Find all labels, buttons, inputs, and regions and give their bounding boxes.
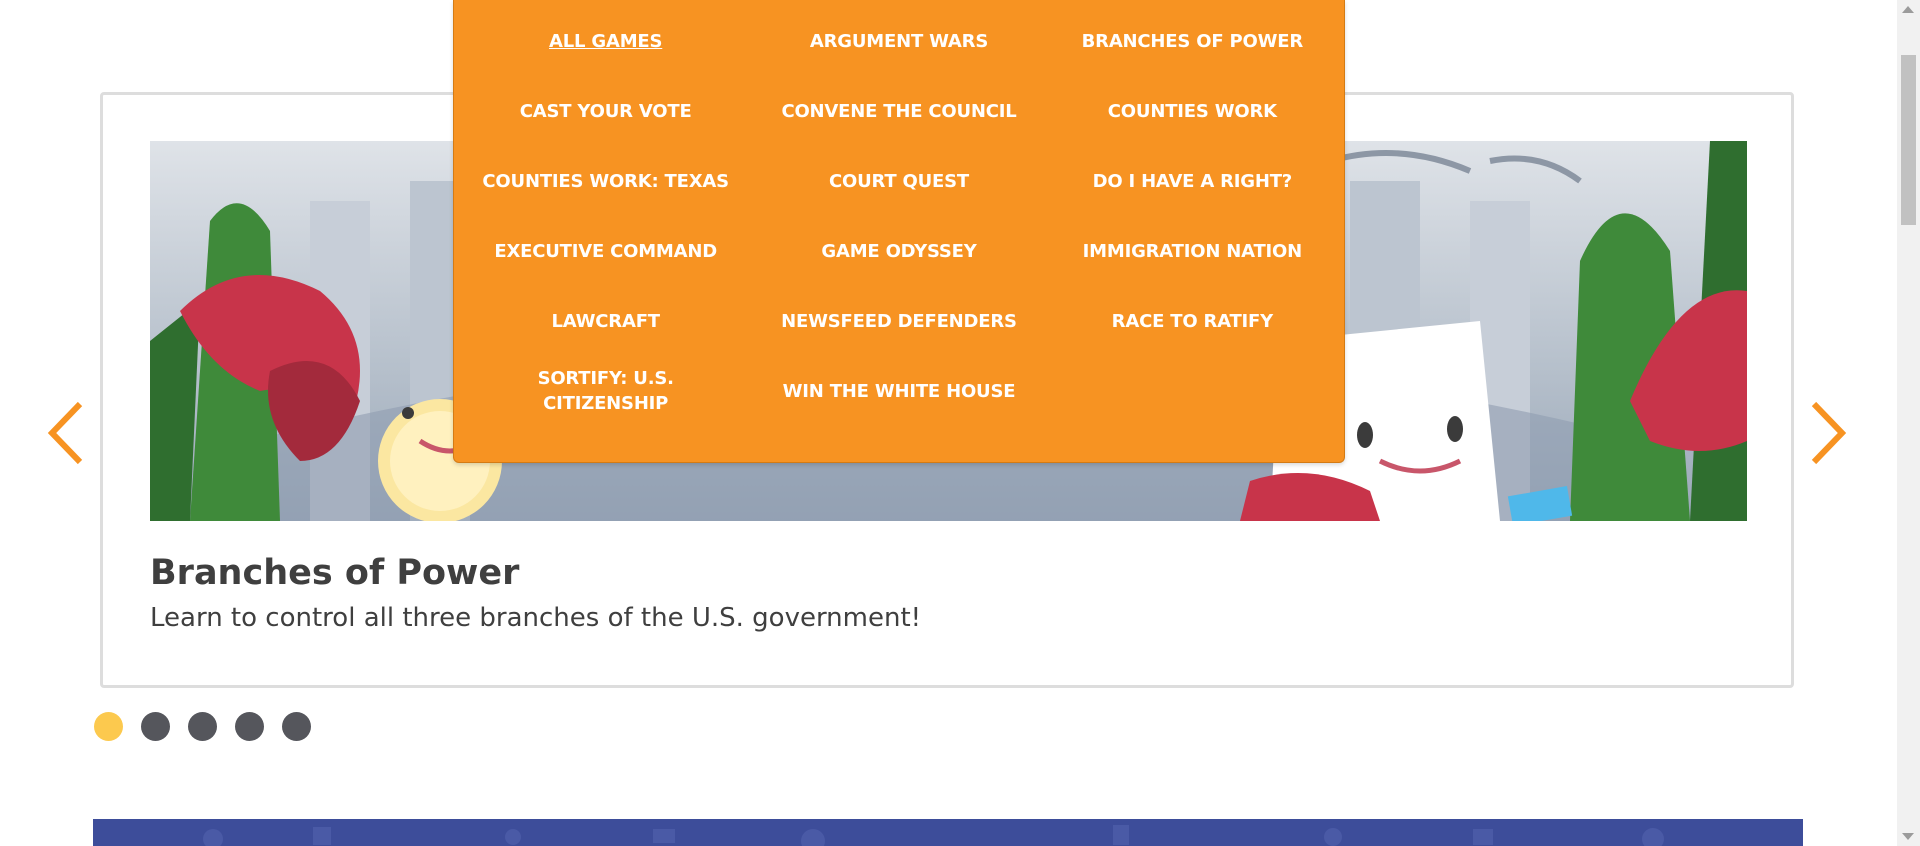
- carousel-prev-button[interactable]: [46, 400, 86, 466]
- menu-item-cast-your-vote[interactable]: CAST YOUR VOTE: [459, 76, 752, 146]
- scroll-up-icon[interactable]: [1902, 6, 1914, 13]
- slide-title: Branches of Power: [150, 553, 520, 593]
- page: Branches of Power Learn to control all t…: [0, 0, 1920, 846]
- carousel-dot-4[interactable]: [235, 712, 264, 741]
- carousel-pagination: [94, 712, 311, 741]
- vertical-scrollbar[interactable]: [1897, 0, 1920, 846]
- scroll-down-icon[interactable]: [1902, 833, 1914, 840]
- menu-item-win-the-white-house[interactable]: WIN THE WHITE HOUSE: [752, 356, 1045, 426]
- carousel-dot-3[interactable]: [188, 712, 217, 741]
- carousel-dot-1[interactable]: [94, 712, 123, 741]
- menu-item-branches-of-power[interactable]: BRANCHES OF POWER: [1046, 6, 1339, 76]
- chevron-right-icon: [1811, 401, 1847, 465]
- menu-item-counties-work[interactable]: COUNTIES WORK: [1046, 76, 1339, 146]
- slide-description: Learn to control all three branches of t…: [150, 603, 922, 633]
- banner-pattern: [203, 825, 1664, 846]
- footer-banner: [93, 819, 1803, 846]
- menu-item-lawcraft[interactable]: LAWCRAFT: [459, 286, 752, 356]
- games-menu-grid: ALL GAMES ARGUMENT WARS BRANCHES OF POWER C…: [454, 0, 1344, 426]
- menu-item-game-odyssey[interactable]: GAME ODYSSEY: [752, 216, 1045, 286]
- scroll-thumb[interactable]: [1901, 55, 1916, 225]
- menu-item-counties-work-texas[interactable]: COUNTIES WORK: TEXAS: [459, 146, 752, 216]
- carousel-dot-2[interactable]: [141, 712, 170, 741]
- menu-item-sortify-u-s-citizenship[interactable]: SORTIFY: U.S. CITIZENSHIP: [459, 356, 752, 426]
- menu-item-argument-wars[interactable]: ARGUMENT WARS: [752, 6, 1045, 76]
- games-dropdown-menu: ALL GAMES ARGUMENT WARS BRANCHES OF POWER C…: [453, 0, 1345, 463]
- menu-item-newsfeed-defenders[interactable]: NEWSFEED DEFENDERS: [752, 286, 1045, 356]
- chevron-left-icon: [47, 401, 83, 465]
- carousel-dot-5[interactable]: [282, 712, 311, 741]
- menu-item-immigration-nation[interactable]: IMMIGRATION NATION: [1046, 216, 1339, 286]
- menu-item-executive-command[interactable]: EXECUTIVE COMMAND: [459, 216, 752, 286]
- menu-item-convene-the-council[interactable]: CONVENE THE COUNCIL: [752, 76, 1045, 146]
- menu-item-court-quest[interactable]: COURT QUEST: [752, 146, 1045, 216]
- menu-item-race-to-ratify[interactable]: RACE TO RATIFY: [1046, 286, 1339, 356]
- menu-item-all-games[interactable]: ALL GAMES: [459, 6, 752, 76]
- carousel-next-button[interactable]: [1808, 400, 1848, 466]
- menu-item-do-i-have-a-right[interactable]: DO I HAVE A RIGHT?: [1046, 146, 1339, 216]
